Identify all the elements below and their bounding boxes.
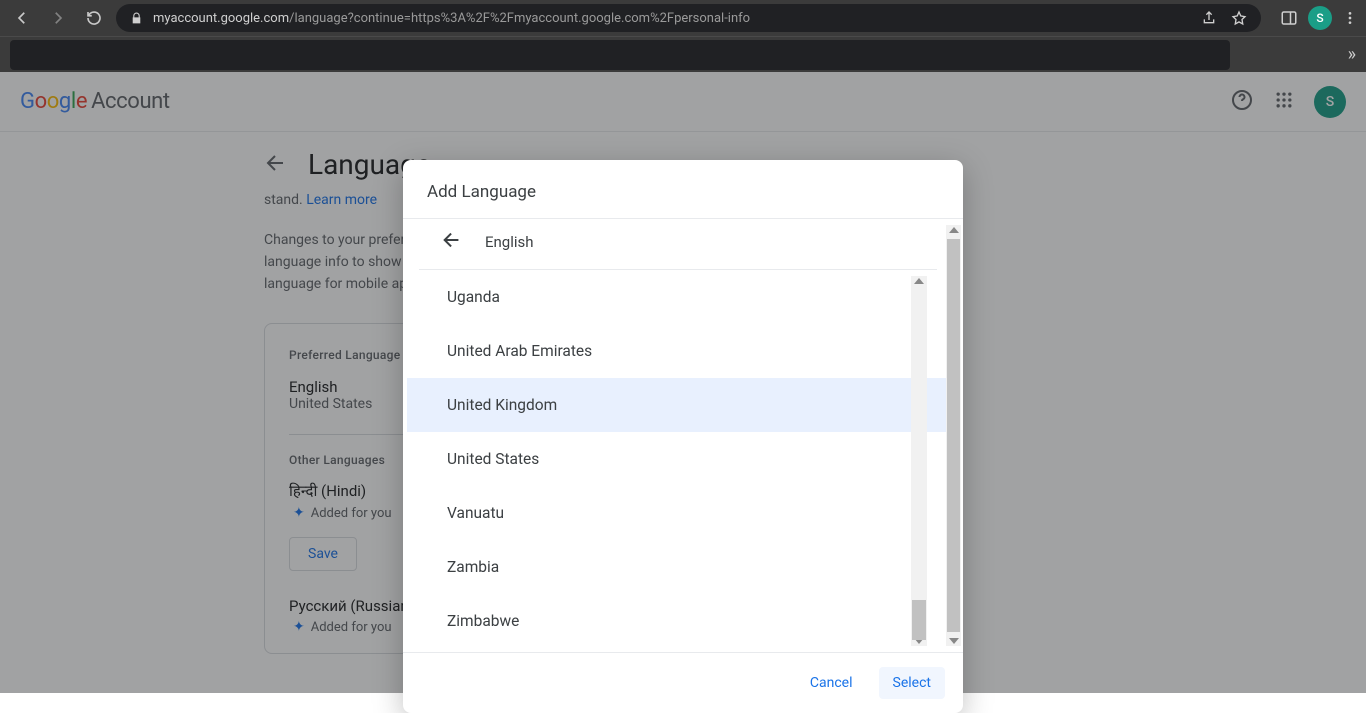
region-option[interactable]: Uganda: [407, 270, 953, 324]
region-option[interactable]: Zimbabwe: [407, 594, 953, 648]
region-option[interactable]: Vanuatu: [407, 486, 953, 540]
url-text: myaccount.google.com/language?continue=h…: [153, 11, 750, 26]
page-content: GoogleAccount S Language stand. Learn mo…: [0, 72, 1366, 693]
region-option[interactable]: Zambia: [407, 540, 953, 594]
outer-scrollbar[interactable]: [946, 225, 961, 646]
reload-button[interactable]: [80, 4, 108, 32]
region-option[interactable]: United Kingdom: [407, 378, 953, 432]
region-option[interactable]: United States: [407, 432, 953, 486]
region-option[interactable]: United Arab Emirates: [407, 324, 953, 378]
region-list: UgandaUnited Arab EmiratesUnited Kingdom…: [407, 270, 953, 652]
back-button[interactable]: [8, 4, 36, 32]
browser-toolbar: myaccount.google.com/language?continue=h…: [0, 0, 1366, 36]
dialog-title: Add Language: [403, 160, 963, 219]
panel-icon[interactable]: [1280, 9, 1298, 27]
add-language-dialog: Add Language English UgandaUnited Arab E…: [403, 160, 963, 713]
share-icon[interactable]: [1201, 10, 1217, 26]
bookmarks-bar: »: [0, 36, 1366, 72]
star-icon[interactable]: [1231, 10, 1247, 26]
inner-scrollbar[interactable]: [911, 276, 927, 646]
overflow-icon[interactable]: »: [1348, 44, 1356, 65]
address-bar[interactable]: myaccount.google.com/language?continue=h…: [116, 4, 1261, 32]
profile-avatar[interactable]: S: [1308, 6, 1332, 30]
bookmark-area[interactable]: [10, 40, 1230, 70]
forward-button[interactable]: [44, 4, 72, 32]
select-button[interactable]: Select: [879, 667, 945, 699]
parent-language-label: English: [485, 233, 534, 251]
cancel-button[interactable]: Cancel: [796, 667, 867, 699]
dialog-back-icon[interactable]: [441, 229, 463, 255]
menu-icon[interactable]: [1342, 10, 1358, 26]
lock-icon: [130, 12, 143, 25]
